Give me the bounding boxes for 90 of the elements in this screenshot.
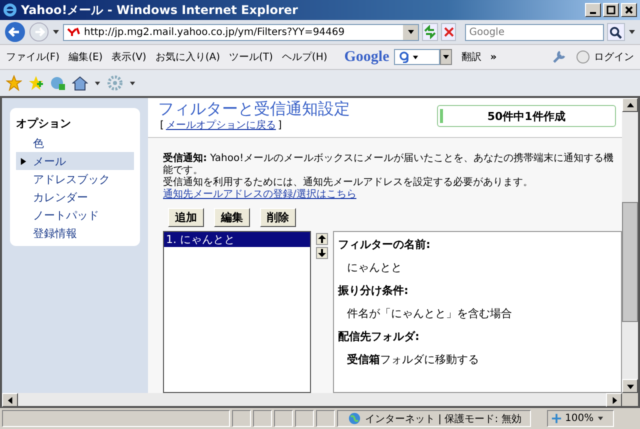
sidebar-item[interactable]: カレンダー: [16, 188, 134, 206]
translate-button[interactable]: 翻訳: [461, 50, 482, 64]
action-button[interactable]: 追加: [168, 208, 204, 227]
vertical-scrollbar[interactable]: [622, 98, 638, 393]
refresh-button[interactable]: [422, 23, 438, 41]
home-icon[interactable]: [72, 75, 88, 91]
description-text: 受信通知: Yahoo!メールのメールボックスにメールが届いたことを、あなたの携帯端末に通知する機能です。: [163, 153, 615, 176]
menu-item[interactable]: ツール(T): [229, 50, 273, 64]
minimize-button[interactable]: [585, 3, 601, 17]
scroll-down-icon[interactable]: [626, 382, 634, 390]
up-arrow-icon: [318, 235, 326, 243]
status-pane: [274, 410, 293, 427]
search-button[interactable]: [606, 23, 625, 41]
browser-logo-icon: [3, 3, 17, 17]
register-link[interactable]: 通知先メールアドレスの登録/選択はこちら: [163, 189, 622, 201]
detail-heading: 振り分け条件:: [338, 283, 410, 298]
bracket-text: ]: [278, 120, 282, 131]
sidebar-item[interactable]: ノートパッド: [16, 206, 134, 224]
page-title: フィルターと受信通知設定: [158, 99, 350, 118]
minimize-icon: [590, 12, 596, 14]
dropdown-caret-icon: [412, 54, 420, 60]
stop-button[interactable]: [441, 23, 456, 41]
bracket-text: [: [160, 120, 164, 131]
pointer-icon: [20, 158, 27, 164]
wrench-icon[interactable]: [551, 49, 567, 65]
menu-item[interactable]: ヘルプ(H): [282, 50, 328, 64]
dropdown-caret-icon[interactable]: [406, 28, 414, 36]
detail-value: にゃんとと: [347, 260, 403, 275]
scroll-thumb[interactable]: [622, 202, 638, 322]
action-button[interactable]: 削除: [260, 208, 296, 227]
scroll-up-icon[interactable]: [626, 102, 634, 108]
g-icon: [399, 51, 410, 63]
move-down-button[interactable]: [316, 247, 328, 259]
security-zone-text: インターネット | 保護モード: 無効: [365, 412, 522, 426]
address-field[interactable]: http://jp.mg2.mail.yahoo.co.jp/ym/Filters?YY=94469: [63, 24, 419, 40]
action-button[interactable]: 編集: [214, 208, 250, 227]
stop-icon: [442, 26, 455, 38]
note-text: 受信通知を利用するためには、通知先メールアドレスを設定する必要があります。: [163, 177, 534, 188]
down-arrow-icon: [318, 249, 326, 257]
scroll-right-icon[interactable]: [610, 396, 618, 404]
menu-item[interactable]: お気に入り(A): [155, 50, 220, 64]
close-button[interactable]: [621, 3, 637, 17]
zoom-icon: [551, 413, 562, 424]
star-icon[interactable]: [6, 75, 22, 91]
menu-item[interactable]: 編集(E): [68, 50, 103, 64]
back-button[interactable]: [4, 21, 26, 43]
dropdown-caret-icon[interactable]: [52, 28, 60, 36]
detail-heading: 配信先フォルダ:: [338, 329, 420, 344]
refresh-icon: [423, 25, 437, 39]
dropdown-caret-icon: [596, 415, 604, 422]
globe-icon: [348, 412, 361, 425]
login-button[interactable]: ログイン: [594, 50, 634, 64]
detail-value: 件名が「にゃんとと」を含む場合: [347, 306, 513, 321]
detail-heading: フィルターの名前:: [338, 237, 432, 252]
google-logo: Google: [344, 48, 390, 66]
dropdown-caret-icon[interactable]: [94, 80, 101, 86]
menu-item[interactable]: 表示(V): [112, 50, 146, 64]
search-field[interactable]: Google: [465, 24, 604, 40]
more-button[interactable]: »: [490, 52, 497, 62]
sidebar-item[interactable]: メール: [16, 152, 134, 170]
maximize-icon: [606, 5, 616, 15]
close-icon: [624, 5, 634, 15]
search-icon: [609, 26, 622, 38]
filter-item[interactable]: 1. にゃんとと: [164, 232, 310, 247]
window-title: Yahoo!メール - Windows Internet Explorer: [21, 2, 299, 18]
back-link[interactable]: メールオプションに戻る: [166, 120, 276, 131]
sidebar-item[interactable]: 色: [16, 134, 134, 152]
detail-value: 受信箱フォルダに移動する: [347, 352, 480, 367]
menu-item[interactable]: ファイル(F): [6, 50, 60, 64]
site-icon: [67, 27, 81, 37]
dropdown-caret-icon[interactable]: [129, 80, 136, 86]
maximize-button[interactable]: [603, 3, 619, 17]
zoom-control[interactable]: 100%: [547, 410, 614, 427]
sidebar-item[interactable]: 登録情報: [16, 224, 134, 242]
status-pane: [232, 410, 251, 427]
filter-list[interactable]: 1. にゃんとと: [163, 231, 311, 393]
circle-icon: [576, 50, 590, 64]
status-pane: [295, 410, 314, 427]
status-pane: [253, 410, 272, 427]
horizontal-scrollbar[interactable]: [2, 393, 638, 408]
toolbar-search-field[interactable]: [394, 49, 440, 65]
scrollbar-corner: [622, 393, 638, 406]
dropdown-caret-icon[interactable]: [628, 28, 636, 36]
sidebar-heading: オプション: [16, 116, 72, 131]
quota-label: 50件中1件作成: [487, 108, 566, 124]
move-up-button[interactable]: [316, 233, 328, 245]
sidebar-item[interactable]: アドレスブック: [16, 170, 134, 188]
scroll-left-icon[interactable]: [6, 396, 14, 404]
dropdown-caret-icon[interactable]: [442, 53, 450, 61]
status-pane: [316, 410, 335, 427]
